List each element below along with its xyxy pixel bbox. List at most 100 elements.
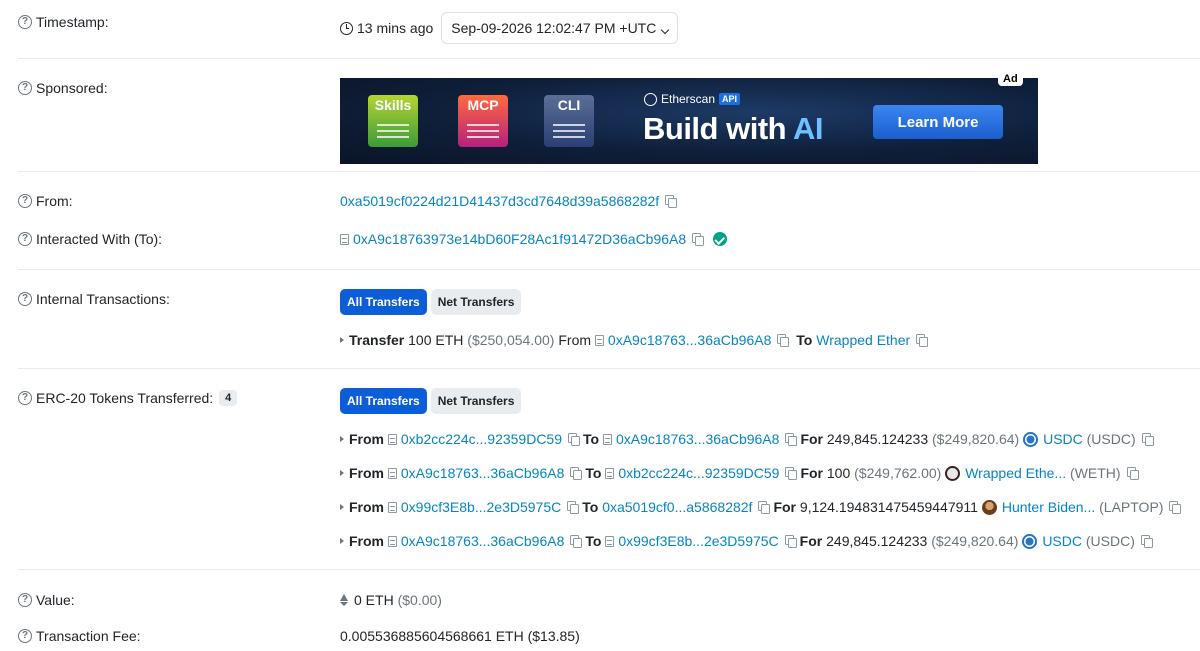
sponsored-label: ? Sponsored: bbox=[18, 80, 108, 96]
copy-icon[interactable] bbox=[568, 433, 580, 446]
weth-icon bbox=[945, 465, 961, 481]
contract-file-icon bbox=[387, 433, 397, 445]
interacted-value: 0xA9c18763973e14bD60F28Ac1f91472D36aCb96… bbox=[340, 231, 728, 247]
token-link[interactable]: Wrapped Ethe... bbox=[965, 465, 1066, 481]
sponsored-ad-banner[interactable]: Ad Skills MCP CLI Etherscan API Build wi… bbox=[340, 72, 1038, 164]
internal-from-link[interactable]: 0xA9c18763...36aCb96A8 bbox=[608, 332, 771, 348]
transfer-usd: ($250,054.00) bbox=[467, 332, 555, 348]
internal-tabs: All Transfers Net Transfers bbox=[340, 289, 522, 315]
for-word: For bbox=[799, 533, 823, 549]
from-word: From bbox=[558, 332, 592, 348]
interacted-row: ? Interacted With (To): 0xA9c18763973e14… bbox=[18, 230, 1200, 250]
caret-right-icon[interactable] bbox=[340, 538, 344, 544]
cli-card-icon: CLI bbox=[544, 95, 594, 147]
verified-check-icon bbox=[713, 232, 728, 246]
copy-icon[interactable] bbox=[570, 467, 583, 480]
brand-name: Etherscan bbox=[661, 92, 716, 106]
label-text: Transaction Fee: bbox=[36, 628, 141, 644]
card-label: MCP bbox=[467, 97, 499, 113]
copy-icon[interactable] bbox=[784, 535, 797, 548]
erc20-to-link[interactable]: 0xA9c18763...36aCb96A8 bbox=[616, 431, 779, 447]
to-word: To bbox=[585, 533, 602, 549]
divider bbox=[18, 171, 1200, 172]
skills-card-icon: Skills bbox=[368, 95, 418, 147]
caret-right-icon[interactable] bbox=[340, 337, 344, 343]
token-usd: ($249,762.00) bbox=[854, 465, 942, 481]
transfer-word: Transfer bbox=[349, 332, 405, 348]
timestamp-label: ? Timestamp: bbox=[18, 14, 109, 30]
token-amount: 249,845.124233 bbox=[826, 431, 929, 447]
value-value: 0 ETH ($0.00) bbox=[340, 592, 442, 608]
erc20-transfer-row: From 0xb2cc224c...92359DC59 To 0xA9c1876… bbox=[340, 431, 1157, 447]
ad-tag: Ad bbox=[998, 72, 1023, 86]
label-text: Value: bbox=[36, 592, 75, 608]
erc20-to-link[interactable]: 0xb2cc224c...92359DC59 bbox=[618, 465, 779, 481]
label-text: From: bbox=[36, 193, 73, 209]
caret-right-icon[interactable] bbox=[340, 470, 344, 476]
to-word: To bbox=[582, 499, 599, 515]
from-label: ? From: bbox=[18, 193, 73, 209]
token-amount: 100 bbox=[826, 465, 851, 481]
tab-net-transfers[interactable]: Net Transfers bbox=[430, 388, 522, 414]
copy-icon[interactable] bbox=[785, 467, 798, 480]
question-icon: ? bbox=[18, 194, 32, 208]
erc20-from-link[interactable]: 0xA9c18763...36aCb96A8 bbox=[401, 533, 564, 549]
tab-net-transfers[interactable]: Net Transfers bbox=[430, 289, 522, 315]
copy-icon[interactable] bbox=[1141, 433, 1154, 446]
erc20-from-link[interactable]: 0x99cf3E8b...2e3D5975C bbox=[401, 499, 561, 515]
contract-file-icon bbox=[602, 433, 612, 445]
caret-right-icon[interactable] bbox=[340, 436, 344, 442]
erc20-to-link[interactable]: 0xa5019cf0...a5868282f bbox=[602, 499, 752, 515]
erc20-transfer-row: From 0x99cf3E8b...2e3D5975C To 0xa5019cf… bbox=[340, 499, 1184, 515]
copy-icon[interactable] bbox=[758, 501, 771, 514]
copy-icon[interactable] bbox=[1126, 467, 1139, 480]
question-icon: ? bbox=[18, 15, 32, 29]
contract-file-icon bbox=[605, 467, 615, 479]
mcp-card-icon: MCP bbox=[458, 95, 508, 147]
timestamp-ago: 13 mins ago bbox=[357, 20, 434, 36]
learn-more-button[interactable]: Learn More bbox=[873, 105, 1003, 139]
label-text: Sponsored: bbox=[36, 80, 108, 96]
tab-all-transfers[interactable]: All Transfers bbox=[340, 388, 427, 414]
from-address-link[interactable]: 0xa5019cf0224d21D41437d3cd7648d39a586828… bbox=[340, 193, 659, 209]
from-word: From bbox=[349, 431, 384, 447]
divider bbox=[18, 368, 1200, 369]
label-text: ERC-20 Tokens Transferred: bbox=[36, 390, 214, 406]
transfer-amount: 100 ETH bbox=[408, 332, 464, 348]
token-usd: ($249,820.64) bbox=[932, 431, 1020, 447]
token-symbol: (LAPTOP) bbox=[1099, 499, 1164, 515]
divider bbox=[18, 269, 1200, 270]
label-text: Interacted With (To): bbox=[36, 231, 163, 247]
value-label: ? Value: bbox=[18, 592, 75, 608]
token-link[interactable]: Hunter Biden... bbox=[1002, 499, 1095, 515]
to-address-link[interactable]: 0xA9c18763973e14bD60F28Ac1f91472D36aCb96… bbox=[353, 231, 686, 247]
timestamp-row: ? Timestamp: 13 mins ago Sep-09-2026 12:… bbox=[18, 12, 1200, 44]
copy-icon[interactable] bbox=[692, 233, 705, 246]
caret-right-icon[interactable] bbox=[340, 504, 344, 510]
copy-icon[interactable] bbox=[665, 195, 678, 208]
copy-icon[interactable] bbox=[570, 535, 583, 548]
tab-all-transfers[interactable]: All Transfers bbox=[340, 289, 427, 315]
token-link[interactable]: USDC bbox=[1042, 533, 1082, 549]
ad-headline: Build with AI bbox=[643, 111, 824, 147]
erc20-from-link[interactable]: 0xA9c18763...36aCb96A8 bbox=[401, 465, 564, 481]
question-icon: ? bbox=[18, 391, 32, 405]
contract-file-icon bbox=[387, 467, 397, 479]
copy-icon[interactable] bbox=[777, 334, 790, 347]
copy-icon[interactable] bbox=[916, 334, 929, 347]
token-link[interactable]: USDC bbox=[1043, 431, 1083, 447]
copy-icon[interactable] bbox=[785, 433, 798, 446]
copy-icon[interactable] bbox=[1169, 501, 1182, 514]
erc20-to-link[interactable]: 0x99cf3E8b...2e3D5975C bbox=[618, 533, 778, 549]
from-row: ? From: 0xa5019cf0224d21D41437d3cd7648d3… bbox=[18, 192, 1200, 212]
erc20-from-link[interactable]: 0xb2cc224c...92359DC59 bbox=[401, 431, 562, 447]
usdc-icon bbox=[1022, 533, 1038, 549]
for-word: For bbox=[800, 431, 823, 447]
divider bbox=[18, 569, 1200, 570]
erc20-row: ? ERC-20 Tokens Transferred: 4 All Trans… bbox=[18, 388, 1200, 558]
copy-icon[interactable] bbox=[567, 501, 580, 514]
copy-icon[interactable] bbox=[1140, 535, 1153, 548]
internal-to-link[interactable]: Wrapped Ether bbox=[816, 332, 910, 348]
transaction-fee: 0.005536885604568661 ETH ($13.85) bbox=[340, 628, 580, 644]
timestamp-dropdown[interactable]: Sep-09-2026 12:02:47 PM +UTC bbox=[441, 12, 679, 44]
